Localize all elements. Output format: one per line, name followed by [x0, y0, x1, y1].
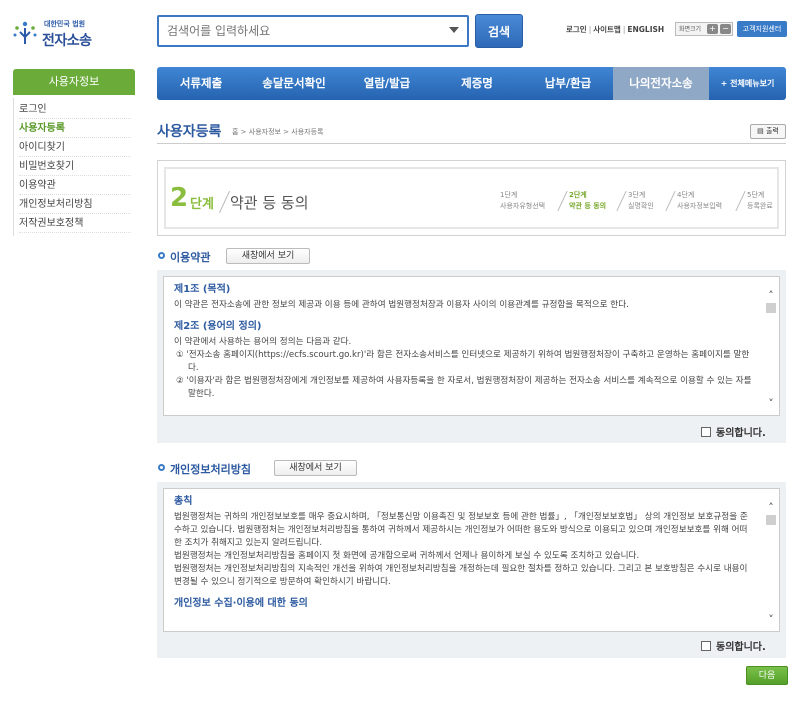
- terms-article-2-item-2: ② '이용자'라 함은 법원행정처장에게 개인정보를 제공하여 사용자등록을 한…: [176, 376, 752, 399]
- terms-scroll-box[interactable]: 제1조 (목적) 이 약관은 전자소송에 관한 정보의 제공과 이용 등에 관하…: [163, 276, 780, 416]
- sidebar-item-login[interactable]: 로그인: [19, 100, 131, 119]
- terms-agree-label: 동의합니다.: [716, 428, 766, 439]
- step-1-num: 1단계: [500, 191, 518, 199]
- privacy-panel: 총칙 법원행정처는 귀하의 개인정보보호를 매우 중요시하며, 「정보통신망 이…: [157, 482, 786, 658]
- privacy-section-title: 개인정보처리방침: [170, 463, 251, 476]
- step-4-label: 사용자정보입력: [677, 202, 723, 210]
- nav-tab-certificate[interactable]: 제증명: [431, 67, 523, 100]
- dropdown-caret-icon[interactable]: [449, 27, 459, 33]
- step-2-label: 약관 등 동의: [569, 202, 607, 210]
- scroll-thumb[interactable]: [766, 515, 776, 525]
- search-input[interactable]: [167, 22, 437, 40]
- terms-article-2-intro: 이 약관에서 사용하는 용어의 정의는 다음과 같다.: [174, 337, 352, 347]
- terms-article-1-title: 제1조 (목적): [174, 284, 231, 295]
- step-number: 2: [170, 183, 189, 213]
- title-divider: [157, 143, 786, 144]
- step-word: 단계: [190, 197, 214, 212]
- terms-article-1-text: 이 약관은 전자소송에 관한 정보의 제공과 이용 등에 관하여 법원행정처장과…: [174, 300, 629, 310]
- privacy-section-1-text-3: 법원행정처는 개인정보처리방침의 지속적인 개선을 위하여 개인정보처리방침을 …: [174, 564, 748, 587]
- terms-scrollbar[interactable]: ˄ ˅: [765, 290, 777, 411]
- scroll-down-icon[interactable]: ˅: [766, 614, 776, 625]
- terms-section-title: 이용약관: [170, 251, 211, 264]
- search-box: [157, 15, 469, 47]
- step-3-num: 3단계: [628, 191, 646, 199]
- utility-links: 로그인 | 사이트맵 | ENGLISH: [566, 25, 665, 34]
- logo-subtitle: 대한민국 법원: [44, 20, 86, 28]
- court-logo[interactable]: 대한민국 법원 전자소송: [10, 16, 120, 52]
- english-link[interactable]: ENGLISH: [627, 25, 664, 34]
- checkbox-icon[interactable]: [701, 427, 711, 437]
- zoom-out-button[interactable]: −: [720, 24, 731, 34]
- terms-panel: 제1조 (목적) 이 약관은 전자소송에 관한 정보의 제공과 이용 등에 관하…: [157, 270, 786, 443]
- privacy-scroll-box[interactable]: 총칙 법원행정처는 귀하의 개인정보보호를 매우 중요시하며, 「정보통신망 이…: [163, 488, 780, 632]
- breadcrumb: 홈 > 사용자정보 > 사용자등록: [232, 128, 324, 136]
- sidebar-item-find-id[interactable]: 아이디찾기: [19, 138, 131, 157]
- step-4-num: 4단계: [677, 191, 695, 199]
- print-label: 출력: [765, 127, 779, 135]
- nav-all-menu[interactable]: + 전체메뉴보기: [709, 67, 786, 100]
- terms-agree-checkbox[interactable]: 동의합니다.: [701, 424, 766, 439]
- privacy-section-1-text-1: 법원행정처는 귀하의 개인정보보호를 매우 중요시하며, 「정보통신망 이용촉진…: [174, 512, 748, 548]
- privacy-content: 총칙 법원행정처는 귀하의 개인정보보호를 매우 중요시하며, 「정보통신망 이…: [174, 495, 754, 613]
- terms-new-window-button[interactable]: 새창에서 보기: [226, 248, 310, 264]
- terms-article-2-title: 제2조 (용어의 정의): [174, 321, 262, 332]
- nav-tab-my-ecfs[interactable]: 나의전자소송: [613, 67, 709, 100]
- step-4: 4단계 사용자정보입력: [677, 190, 722, 212]
- zoom-label: 화면크기: [679, 26, 702, 33]
- privacy-agree-label: 동의합니다.: [716, 642, 766, 653]
- zoom-in-button[interactable]: +: [707, 24, 718, 34]
- scroll-up-icon[interactable]: ˄: [766, 502, 776, 513]
- step-1-label: 사용자유형선택: [500, 202, 546, 210]
- step-2-num: 2단계: [569, 191, 587, 199]
- sitemap-link[interactable]: 사이트맵: [593, 25, 621, 34]
- step-5-num: 5단계: [747, 191, 765, 199]
- sidebar-menu: 로그인 사용자등록 아이디찾기 비밀번호찾기 이용약관 개인정보처리방침 저작권…: [13, 98, 135, 236]
- step-5: 5단계 등록완료: [747, 190, 773, 212]
- login-link[interactable]: 로그인: [566, 25, 587, 34]
- sidebar-item-privacy[interactable]: 개인정보처리방침: [19, 195, 131, 214]
- zoom-control: 화면크기 + −: [675, 22, 733, 36]
- nav-tab-view-issue[interactable]: 열람/발급: [343, 67, 431, 100]
- sidebar-title: 사용자정보: [13, 69, 135, 95]
- help-center-button[interactable]: 고객지원센터: [737, 21, 787, 37]
- privacy-scrollbar[interactable]: ˄ ˅: [765, 502, 777, 627]
- checkbox-icon[interactable]: [701, 641, 711, 651]
- step-3-label: 실명확인: [628, 202, 654, 210]
- sidebar-item-copyright[interactable]: 저작권보호정책: [19, 214, 131, 233]
- sidebar-item-find-password[interactable]: 비밀번호찾기: [19, 157, 131, 176]
- next-button[interactable]: 다음: [746, 666, 788, 685]
- terms-article-2-item-1: ① '전자소송 홈페이지(https://ecfs.scourt.go.kr)'…: [176, 350, 750, 373]
- privacy-new-window-button[interactable]: 새창에서 보기: [274, 460, 357, 476]
- section-bullet-icon: [158, 464, 165, 471]
- privacy-agree-checkbox[interactable]: 동의합니다.: [701, 638, 766, 653]
- privacy-section-1-text-2: 법원행정처는 개인정보처리방침을 홈페이지 첫 화면에 공개함으로써 귀하께서 …: [174, 551, 640, 561]
- nav-tab-submit[interactable]: 서류제출: [157, 67, 245, 100]
- sidebar-item-terms[interactable]: 이용약관: [19, 176, 131, 195]
- scroll-up-icon[interactable]: ˄: [766, 290, 776, 301]
- main-nav: 서류제출 송달문서확인 열람/발급 제증명 납부/환급 나의전자소송 + 전체메…: [157, 67, 786, 100]
- print-button[interactable]: ▤ 출력: [750, 124, 786, 139]
- sidebar-item-user-register[interactable]: 사용자등록: [19, 119, 131, 138]
- printer-icon: ▤: [757, 127, 764, 135]
- section-bullet-icon: [158, 252, 165, 259]
- nav-tab-delivery[interactable]: 송달문서확인: [245, 67, 343, 100]
- step-5-label: 등록완료: [747, 202, 773, 210]
- privacy-section-2-title: 개인정보 수집·이용에 대한 동의: [174, 598, 308, 609]
- scroll-down-icon[interactable]: ˅: [766, 398, 776, 409]
- logo-title: 전자소송: [42, 33, 92, 49]
- step-title: 약관 등 동의: [230, 194, 309, 212]
- privacy-section-1-title: 총칙: [174, 496, 193, 507]
- terms-content: 제1조 (목적) 이 약관은 전자소송에 관한 정보의 제공과 이용 등에 관하…: [174, 283, 754, 401]
- nav-tab-payment[interactable]: 납부/환급: [523, 67, 613, 100]
- search-button[interactable]: 검색: [475, 14, 523, 48]
- scroll-thumb[interactable]: [766, 303, 776, 313]
- step-3: 3단계 실명확인: [628, 190, 654, 212]
- page-title: 사용자등록: [157, 124, 222, 140]
- step-2: 2단계 약관 등 동의: [569, 190, 606, 212]
- court-emblem-icon: [13, 21, 37, 44]
- step-1: 1단계 사용자유형선택: [500, 190, 545, 212]
